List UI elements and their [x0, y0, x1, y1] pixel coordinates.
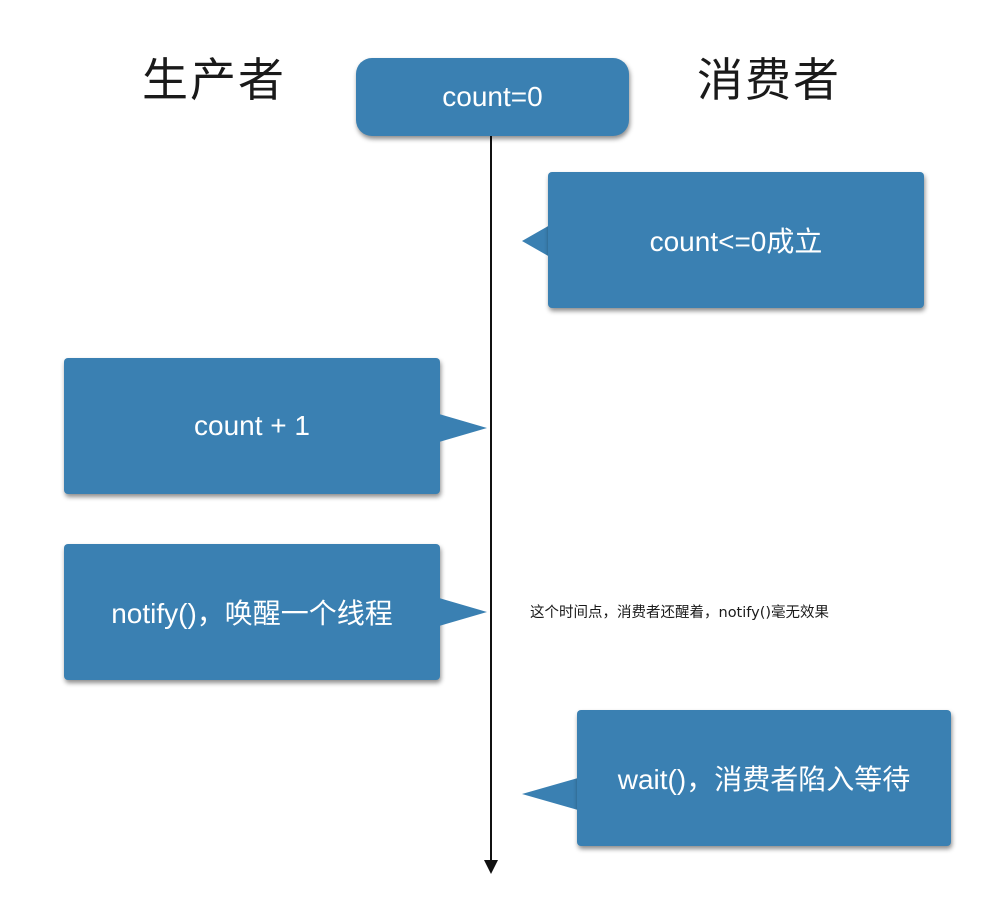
event-consumer-wait-box: wait()，消费者陷入等待	[577, 710, 951, 846]
event-consumer-check-box: count<=0成立	[548, 172, 924, 308]
event-consumer-check-label: count<=0成立	[649, 226, 823, 257]
event-producer-increment-pointer	[439, 414, 487, 442]
event-producer-notify-pointer	[439, 598, 487, 626]
timeline-arrowhead-icon	[484, 860, 498, 874]
event-producer-increment-box: count + 1	[64, 358, 440, 494]
start-state-label: count=0	[442, 81, 543, 112]
start-state-box: count=0	[356, 58, 629, 136]
event-producer-notify-label: notify()，唤醒一个线程	[111, 598, 393, 629]
consumer-heading: 消费者	[697, 53, 841, 107]
annotation-note: 这个时间点，消费者还醒着，notify()毫无效果	[530, 605, 830, 621]
timeline-line	[490, 133, 492, 863]
producer-heading: 生产者	[142, 53, 286, 107]
event-consumer-wait-pointer	[522, 778, 578, 810]
event-consumer-check-pointer	[522, 225, 550, 257]
event-producer-notify-box: notify()，唤醒一个线程	[64, 544, 440, 680]
event-producer-increment-label: count + 1	[194, 410, 310, 441]
event-consumer-wait-label: wait()，消费者陷入等待	[617, 764, 911, 795]
